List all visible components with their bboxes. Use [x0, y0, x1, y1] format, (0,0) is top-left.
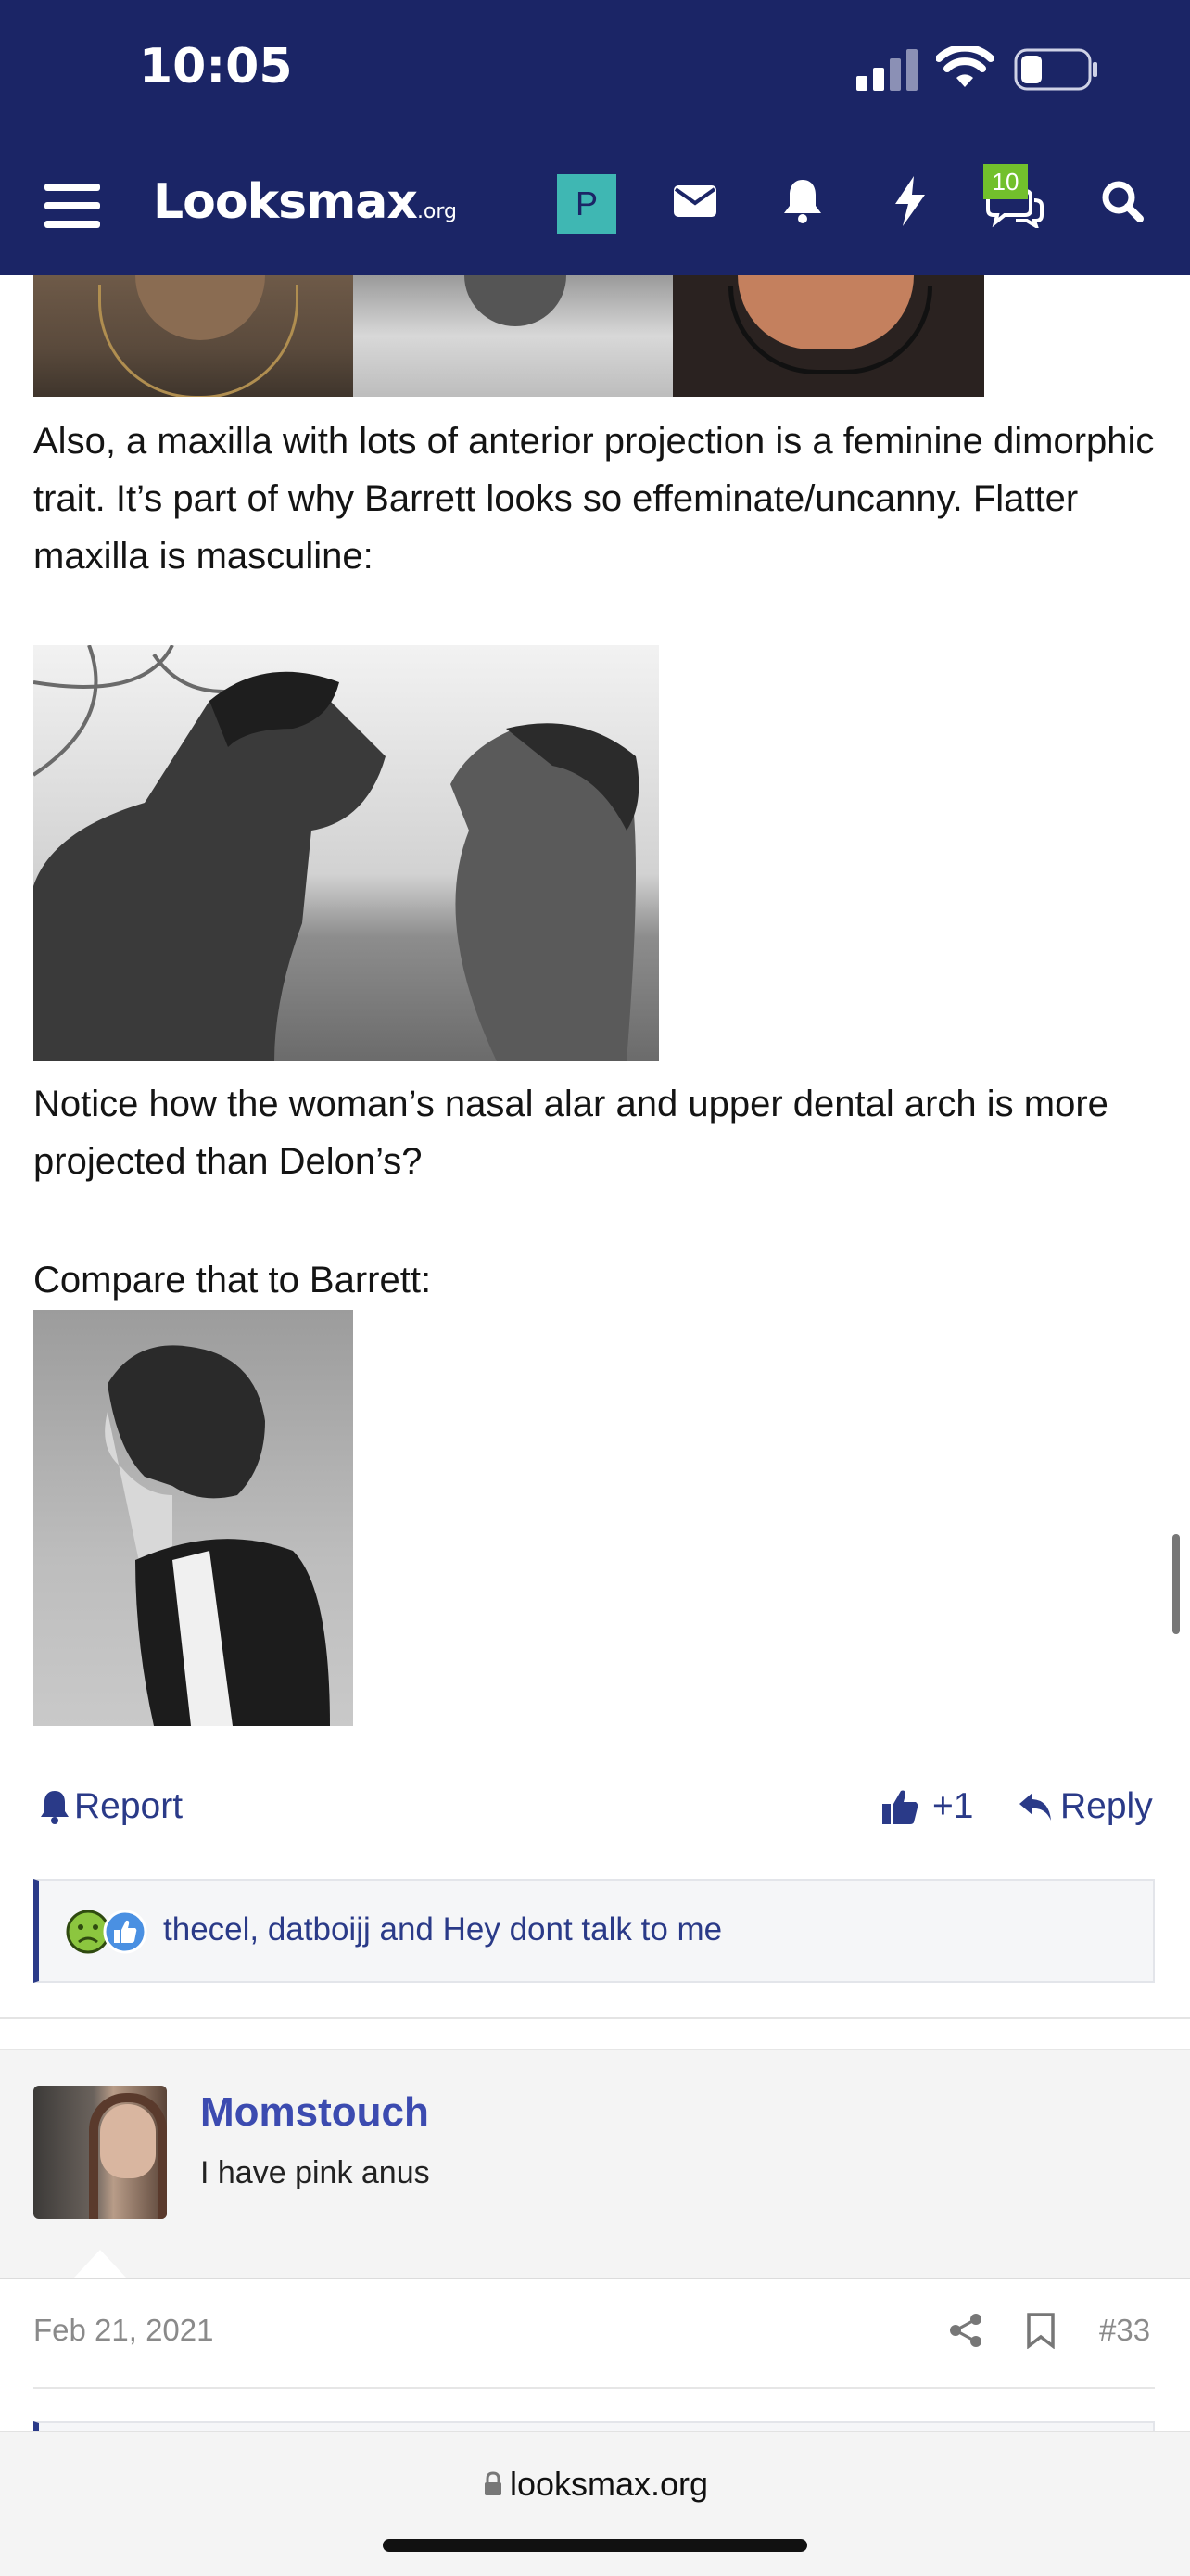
lock-icon — [484, 2471, 501, 2495]
logo-text: Looksmax — [153, 174, 418, 230]
like-button[interactable]: +1 — [880, 1786, 973, 1827]
cellular-signal-icon — [856, 49, 918, 91]
report-button[interactable]: Report — [39, 1786, 183, 1827]
next-post-user-card: Momstouch I have pink anus — [0, 2049, 1190, 2279]
browser-bottom-bar: looksmax.org — [0, 2431, 1190, 2576]
post-paragraph-1: Also, a maxilla with lots of anterior pr… — [33, 421, 1155, 577]
meta-divider — [33, 2387, 1155, 2389]
hamburger-menu-icon[interactable] — [44, 180, 100, 232]
reply-arrow-icon — [1019, 1793, 1051, 1821]
logo-suffix: .org — [416, 200, 458, 223]
post-number[interactable]: #33 — [1099, 2313, 1150, 2348]
bell-icon[interactable] — [782, 178, 823, 224]
bell-icon — [41, 1791, 69, 1824]
like-reaction-icon — [103, 1910, 147, 1954]
couple-photo-shapes — [33, 645, 639, 1061]
username-link[interactable]: Momstouch — [200, 2089, 429, 2136]
lightning-icon[interactable] — [893, 176, 927, 226]
browser-url[interactable]: looksmax.org — [0, 2465, 1190, 2504]
share-icon[interactable] — [947, 2312, 984, 2349]
post-actions: Report +1 Reply — [0, 1786, 1190, 1834]
report-label: Report — [74, 1786, 184, 1826]
scrollbar-thumb[interactable] — [1172, 1534, 1180, 1634]
mail-icon[interactable] — [673, 182, 717, 219]
search-icon[interactable] — [1101, 180, 1144, 222]
bookmark-icon[interactable] — [1025, 2312, 1057, 2349]
site-logo[interactable]: Looksmax.org — [153, 174, 457, 230]
battery-icon — [1014, 48, 1097, 91]
post-paragraph-3: Compare that to Barrett: — [33, 1260, 432, 1301]
user-title: I have pink anus — [200, 2155, 430, 2190]
reply-button[interactable]: Reply — [1018, 1786, 1153, 1827]
thumbs-up-icon — [882, 1790, 918, 1824]
status-bar: 10:05 — [0, 0, 1190, 139]
post-image-barrett[interactable] — [33, 1310, 353, 1726]
post-image-face-1[interactable] — [33, 275, 353, 397]
status-time: 10:05 — [139, 39, 293, 95]
top-nav: Looksmax.org P 10 — [0, 139, 1190, 275]
card-pointer — [74, 2250, 126, 2278]
wifi-icon — [936, 46, 994, 87]
conversations-badge: 10 — [983, 164, 1028, 199]
post-divider — [0, 2017, 1190, 2019]
post-paragraph-2: Notice how the woman’s nasal alar and up… — [33, 1084, 1108, 1182]
user-avatar[interactable] — [33, 2086, 167, 2219]
reactions-bar[interactable]: thecel, datboijj and Hey dont talk to me — [33, 1879, 1155, 1983]
post-image-couple[interactable] — [33, 645, 659, 1061]
post-image-face-3[interactable] — [673, 275, 984, 397]
post-image-face-2[interactable] — [353, 275, 673, 397]
browser-url-text: looksmax.org — [509, 2465, 709, 2503]
reply-label: Reply — [1060, 1786, 1153, 1826]
user-avatar-button[interactable]: P — [557, 174, 616, 234]
like-count: +1 — [932, 1786, 974, 1826]
home-indicator[interactable] — [383, 2539, 807, 2552]
barrett-photo-shapes — [105, 1345, 330, 1726]
post-date[interactable]: Feb 21, 2021 — [33, 2313, 214, 2348]
reactions-users: thecel, datboijj and Hey dont talk to me — [163, 1911, 723, 1948]
